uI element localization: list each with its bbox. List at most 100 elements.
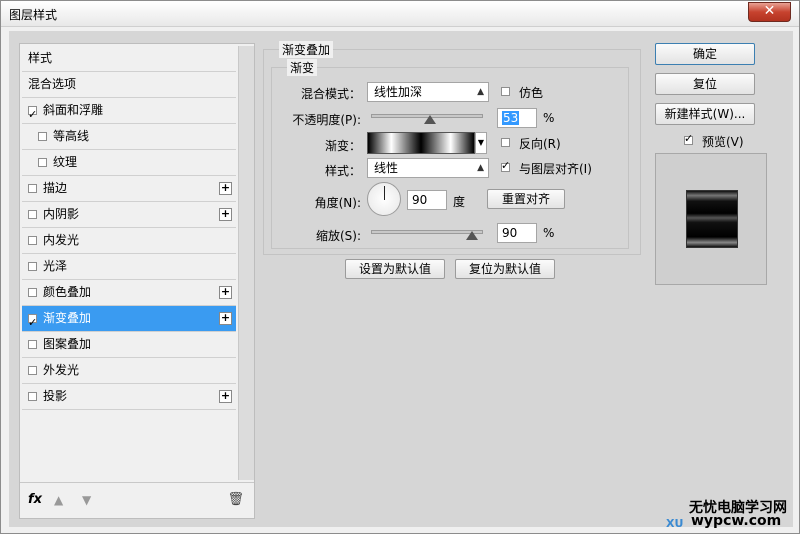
angle-value: 90 xyxy=(412,193,428,207)
styles-panel-footer: fx ▲ ▼ 🗑 xyxy=(20,482,254,518)
fx-icon[interactable]: fx xyxy=(28,492,42,507)
style-item-label: 图案叠加 xyxy=(43,337,92,351)
select-caret-icon: ▲ xyxy=(477,163,484,173)
gradient-dropdown-icon[interactable]: ▼ xyxy=(475,132,487,154)
move-up-icon[interactable]: ▲ xyxy=(54,493,63,507)
watermark-prefix: XU xyxy=(666,517,684,530)
style-preview-box xyxy=(655,153,767,285)
style-item[interactable]: 纹理 xyxy=(22,150,236,176)
opacity-percent: % xyxy=(543,111,555,125)
blend-mode-label: 混合模式： xyxy=(300,87,361,101)
blend-mode-value: 线性加深 xyxy=(374,85,423,99)
dither-checkbox[interactable] xyxy=(501,87,510,96)
subgroup-title: 渐变 xyxy=(287,59,318,76)
window-title: 图层样式 xyxy=(9,8,58,22)
scale-slider-thumb[interactable] xyxy=(465,231,478,240)
style-item-checkbox[interactable] xyxy=(38,158,47,167)
style-item[interactable]: 斜面和浮雕 xyxy=(22,98,236,127)
reset-button[interactable]: 复位 xyxy=(655,73,755,95)
style-item-label: 内阴影 xyxy=(43,207,80,221)
style-item-checkbox[interactable] xyxy=(28,310,37,335)
style-item-label: 投影 xyxy=(43,389,68,403)
styles-list: 样式混合选项斜面和浮雕等高线纹理描边 + 内阴影 + 内发光光泽颜色叠加 + 渐变叠加 + 图案… xyxy=(22,46,236,410)
close-button[interactable]: ✕ xyxy=(748,2,791,22)
angle-dial[interactable] xyxy=(367,182,401,216)
style-item-label: 等高线 xyxy=(53,129,90,143)
dither-label: 仿色 xyxy=(519,86,544,100)
style-item-label: 样式 xyxy=(28,51,53,65)
watermark-url: wypcw.com xyxy=(691,513,782,529)
style-item[interactable]: 颜色叠加 + xyxy=(22,280,236,306)
style-item-label: 颜色叠加 xyxy=(43,285,92,299)
add-effect-icon[interactable]: + xyxy=(219,286,232,299)
style-item-label: 混合选项 xyxy=(28,77,77,91)
style-item-checkbox[interactable] xyxy=(28,184,37,193)
angle-dial-needle xyxy=(384,186,385,200)
scale-input[interactable]: 90 xyxy=(497,223,537,243)
style-item[interactable]: 外发光 xyxy=(22,358,236,384)
select-caret-icon: ▲ xyxy=(477,87,484,97)
style-item-checkbox[interactable] xyxy=(28,210,37,219)
reset-default-button[interactable]: 复位为默认值 xyxy=(455,259,555,279)
opacity-value: 53 xyxy=(502,111,520,125)
preview-checkbox[interactable] xyxy=(684,132,693,145)
layer-style-dialog: 图层样式 ✕ 样式混合选项斜面和浮雕等高线纹理描边 + 内阴影 + 内发光光泽颜色叠加 +… xyxy=(0,0,800,534)
styles-panel: 样式混合选项斜面和浮雕等高线纹理描边 + 内阴影 + 内发光光泽颜色叠加 + 渐变叠加 + 图案… xyxy=(19,43,255,519)
opacity-slider-thumb[interactable] xyxy=(424,115,437,124)
style-select[interactable]: 线性 ▲ xyxy=(367,158,489,178)
preview-label: 预览(V) xyxy=(702,135,744,149)
style-item[interactable]: 内阴影 + xyxy=(22,202,236,228)
opacity-label: 不透明度(P): xyxy=(292,113,361,127)
add-effect-icon[interactable]: + xyxy=(219,390,232,403)
blend-mode-select[interactable]: 线性加深 ▲ xyxy=(367,82,489,102)
style-item-label: 渐变叠加 xyxy=(43,311,92,325)
move-down-icon[interactable]: ▼ xyxy=(82,493,91,507)
style-preview-swatch xyxy=(686,190,738,248)
new-style-button[interactable]: 新建样式(W)... xyxy=(655,103,755,125)
style-item[interactable]: 样式 xyxy=(22,46,236,72)
style-item-checkbox[interactable] xyxy=(28,288,37,297)
scale-label: 缩放(S): xyxy=(315,229,361,243)
title-bar: 图层样式 ✕ xyxy=(1,1,799,27)
set-default-button[interactable]: 设置为默认值 xyxy=(345,259,445,279)
reverse-checkbox[interactable] xyxy=(501,138,510,147)
trash-icon[interactable]: 🗑 xyxy=(227,492,244,507)
add-effect-icon[interactable]: + xyxy=(219,312,232,325)
reset-alignment-button[interactable]: 重置对齐 xyxy=(487,189,565,209)
style-item[interactable]: 光泽 xyxy=(22,254,236,280)
style-item[interactable]: 描边 + xyxy=(22,176,236,202)
angle-label: 角度(N): xyxy=(314,196,361,210)
gradient-label: 渐变： xyxy=(324,139,361,153)
scale-percent: % xyxy=(543,226,555,240)
style-item-checkbox[interactable] xyxy=(28,102,37,127)
style-item-label: 外发光 xyxy=(43,363,80,377)
style-item-label: 内发光 xyxy=(43,233,80,247)
style-item-checkbox[interactable] xyxy=(38,132,47,141)
add-effect-icon[interactable]: + xyxy=(219,182,232,195)
align-with-layer-checkbox[interactable] xyxy=(501,159,510,172)
style-item-checkbox[interactable] xyxy=(28,392,37,401)
style-item[interactable]: 等高线 xyxy=(22,124,236,150)
gradient-swatch[interactable] xyxy=(367,132,475,154)
style-item[interactable]: 内发光 xyxy=(22,228,236,254)
opacity-input[interactable]: 53 xyxy=(497,108,537,128)
style-item-label: 光泽 xyxy=(43,259,68,273)
degree-unit: 度 xyxy=(453,195,466,209)
reverse-label: 反向(R) xyxy=(519,137,561,151)
style-label: 样式： xyxy=(324,164,361,178)
style-item-label: 斜面和浮雕 xyxy=(43,103,104,117)
group-title: 渐变叠加 xyxy=(279,41,334,58)
angle-input[interactable]: 90 xyxy=(407,190,447,210)
style-item[interactable]: 投影 + xyxy=(22,384,236,410)
style-item[interactable]: 图案叠加 xyxy=(22,332,236,358)
ok-button[interactable]: 确定 xyxy=(655,43,755,65)
align-with-layer-label: 与图层对齐(I) xyxy=(519,162,592,176)
style-item-checkbox[interactable] xyxy=(28,340,37,349)
style-item-checkbox[interactable] xyxy=(28,262,37,271)
style-item[interactable]: 混合选项 xyxy=(22,72,236,98)
style-item-checkbox[interactable] xyxy=(28,236,37,245)
add-effect-icon[interactable]: + xyxy=(219,208,232,221)
style-item[interactable]: 渐变叠加 + xyxy=(22,306,236,335)
style-item-label: 描边 xyxy=(43,181,68,195)
style-item-checkbox[interactable] xyxy=(28,366,37,375)
